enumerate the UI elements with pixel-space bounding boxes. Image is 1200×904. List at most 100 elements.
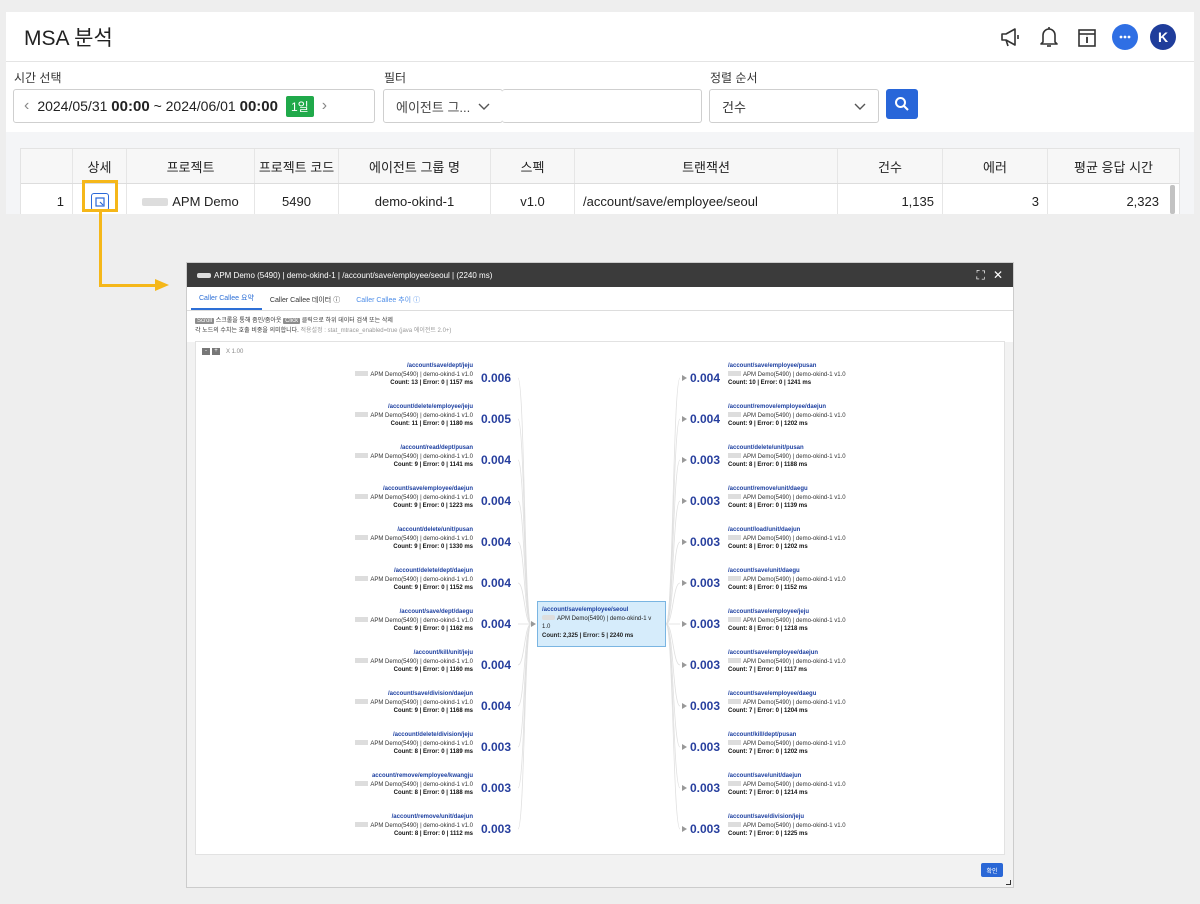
caller-ratio-value: 0.004 — [481, 617, 512, 631]
caller-node[interactable]: /account/save/dept/jeju APM Demo(5490) | … — [355, 362, 473, 388]
caller-node[interactable]: /account/delete/unit/pusan APM Demo(5490)… — [355, 526, 473, 552]
callee-node[interactable]: /account/save/employee/jeju APM Demo(5490… — [728, 608, 846, 634]
callee-node[interactable]: /account/save/unit/daegu APM Demo(5490) |… — [728, 567, 846, 593]
info-icon: ⓘ — [333, 297, 341, 304]
tab-caller-callee-summary[interactable]: Caller Callee 요약 — [191, 293, 262, 310]
filter-bar: 시간 선택 ‹ 2024/05/31 00:00 ~ 2024/06/01 00… — [6, 62, 1194, 132]
usage-info: Scroll 스크롤을 통해 줌인/줌아웃 Click 클릭으로 하위 데이터 … — [187, 311, 1013, 342]
filter-type-select[interactable]: 에이전트 그... — [383, 89, 503, 123]
close-icon[interactable]: ✕ — [993, 268, 1003, 283]
caller-node[interactable]: /account/save/division/daejun APM Demo(54… — [355, 690, 473, 716]
caller-node[interactable]: /account/delete/division/jeju APM Demo(54… — [355, 731, 473, 757]
caller-node[interactable]: /account/remove/unit/daejun APM Demo(5490… — [355, 813, 473, 839]
caller-node[interactable]: account/remove/employee/kwangju APM Demo(… — [355, 772, 473, 798]
graph-link — [665, 623, 681, 707]
center-transaction-node[interactable]: /account/save/employee/seoul APM Demo(54… — [537, 601, 666, 647]
caller-node[interactable]: /account/delete/employee/jeju APM Demo(54… — [355, 403, 473, 429]
caller-node[interactable]: /account/kill/unit/jeju APM Demo(5490) | … — [355, 649, 473, 675]
page-header: MSA 분석 K — [6, 12, 1194, 62]
callee-ratio-value: 0.004 — [690, 412, 721, 426]
callee-ratio-value: 0.004 — [690, 371, 721, 385]
callee-node[interactable]: /account/load/unit/daejun APM Demo(5490) … — [728, 526, 846, 552]
user-avatar[interactable]: K — [1150, 23, 1176, 50]
triangle-right-icon — [682, 498, 687, 504]
callee-node[interactable]: /account/remove/employee/daejun APM Demo(… — [728, 403, 846, 429]
msa-table: 상세 프로젝트 프로젝트 코드 에이전트 그룹 명 스펙 트랜잭션 건수 에러 … — [20, 148, 1180, 214]
table-row[interactable]: 1 APM Demo 5490 demo-okind-1 v1.0 /accou… — [21, 184, 1179, 214]
graph-link — [665, 623, 681, 789]
graph-links — [517, 377, 681, 830]
chevron-down-icon — [854, 99, 866, 114]
caller-ratio-value: 0.003 — [481, 781, 512, 795]
callee-ratio-value: 0.003 — [690, 576, 721, 590]
callee-node[interactable]: /account/delete/unit/pusan APM Demo(5490)… — [728, 444, 846, 470]
triangle-right-icon — [682, 703, 687, 709]
caller-node[interactable]: /account/delete/dept/daejun APM Demo(5490… — [355, 567, 473, 593]
callee-ratio-value: 0.003 — [690, 740, 721, 754]
caller-node[interactable]: /account/read/dept/pusan APM Demo(5490) |… — [355, 444, 473, 470]
caller-ratio-value: 0.003 — [481, 740, 512, 754]
modal-tabs: Caller Callee 요약 Caller Callee 데이터 ⓘ Cal… — [187, 287, 1013, 311]
caller-node[interactable]: /account/save/employee/daejun APM Demo(54… — [355, 485, 473, 511]
chevron-left-icon[interactable]: ‹ — [24, 97, 29, 115]
bell-icon[interactable] — [1036, 24, 1062, 50]
caller-node[interactable]: /account/save/dept/daegu APM Demo(5490) |… — [355, 608, 473, 634]
chevron-down-icon — [478, 99, 490, 114]
triangle-right-icon — [682, 375, 687, 381]
info-icon: ⓘ — [413, 297, 421, 304]
triangle-right-icon — [682, 744, 687, 750]
callee-node[interactable]: /account/remove/unit/daegu APM Demo(5490)… — [728, 485, 846, 511]
search-button[interactable] — [886, 89, 918, 119]
sort-order-label: 정렬 순서 — [710, 71, 758, 85]
triangle-right-icon — [682, 662, 687, 668]
table-header-row: 상세 프로젝트 프로젝트 코드 에이전트 그룹 명 스펙 트랜잭션 건수 에러 … — [21, 149, 1179, 184]
caller-ratio-value: 0.005 — [481, 412, 512, 426]
detail-highlight — [82, 180, 118, 212]
callee-ratio-value: 0.003 — [690, 494, 721, 508]
megaphone-icon[interactable] — [998, 24, 1024, 50]
resize-handle-icon[interactable] — [1006, 880, 1011, 885]
triangle-right-icon — [682, 785, 687, 791]
time-select-label: 시간 선택 — [14, 71, 62, 85]
callee-node[interactable]: /account/save/employee/daejun APM Demo(54… — [728, 649, 846, 675]
modal-title-bar: APM Demo (5490) | demo-okind-1 | /accoun… — [187, 263, 1013, 287]
callee-ratio-value: 0.003 — [690, 535, 721, 549]
callee-node[interactable]: /account/save/employee/daegu APM Demo(549… — [728, 690, 846, 716]
chat-icon[interactable] — [1112, 23, 1138, 50]
triangle-right-icon — [682, 416, 687, 422]
caller-ratio-value: 0.004 — [481, 576, 512, 590]
triangle-right-icon — [682, 580, 687, 586]
chevron-right-icon[interactable]: › — [322, 97, 327, 115]
caller-callee-modal: APM Demo (5490) | demo-okind-1 | /accoun… — [186, 262, 1014, 888]
sort-order-select[interactable]: 건수 — [709, 89, 879, 123]
callee-ratio-value: 0.003 — [690, 617, 721, 631]
triangle-right-icon — [682, 539, 687, 545]
callee-node[interactable]: /account/kill/dept/pusan APM Demo(5490) |… — [728, 731, 846, 757]
callee-node[interactable]: /account/save/division/jeju APM Demo(5490… — [728, 813, 846, 839]
caller-ratio-value: 0.004 — [481, 535, 512, 549]
callee-node[interactable]: /account/save/unit/daejun APM Demo(5490) … — [728, 772, 846, 798]
expand-icon[interactable]: ⛶ — [977, 268, 985, 283]
callee-node[interactable]: /account/save/employee/pusan APM Demo(549… — [728, 362, 846, 388]
callee-ratio-value: 0.003 — [690, 699, 721, 713]
project-cell: APM Demo — [127, 184, 255, 214]
graph-link — [517, 459, 532, 625]
caller-ratio-value: 0.004 — [481, 658, 512, 672]
search-icon — [895, 97, 909, 111]
caller-ratio-value: 0.004 — [481, 453, 512, 467]
tab-caller-callee-data[interactable]: Caller Callee 데이터 ⓘ — [262, 295, 348, 310]
date-range-text: 2024/05/31 00:00 ~ 2024/06/01 00:00 — [37, 97, 278, 115]
tab-caller-callee-trend[interactable]: Caller Callee 추이 ⓘ — [348, 295, 428, 310]
graph-link — [665, 623, 681, 830]
date-range-picker[interactable]: ‹ 2024/05/31 00:00 ~ 2024/06/01 00:00 1일… — [13, 89, 375, 123]
table-scrollbar[interactable] — [1170, 185, 1175, 214]
confirm-button[interactable]: 확인 — [981, 863, 1003, 877]
caller-callee-graph[interactable]: - + X 1.00 /account/save/employee/seoul … — [195, 341, 1005, 855]
notice-board-icon[interactable] — [1074, 24, 1100, 50]
graph-link — [665, 418, 681, 625]
triangle-right-icon — [682, 621, 687, 627]
graph-link — [517, 418, 532, 625]
filter-value-input[interactable] — [502, 89, 702, 123]
callee-ratio-value: 0.003 — [690, 781, 721, 795]
triangle-right-icon — [682, 826, 687, 832]
